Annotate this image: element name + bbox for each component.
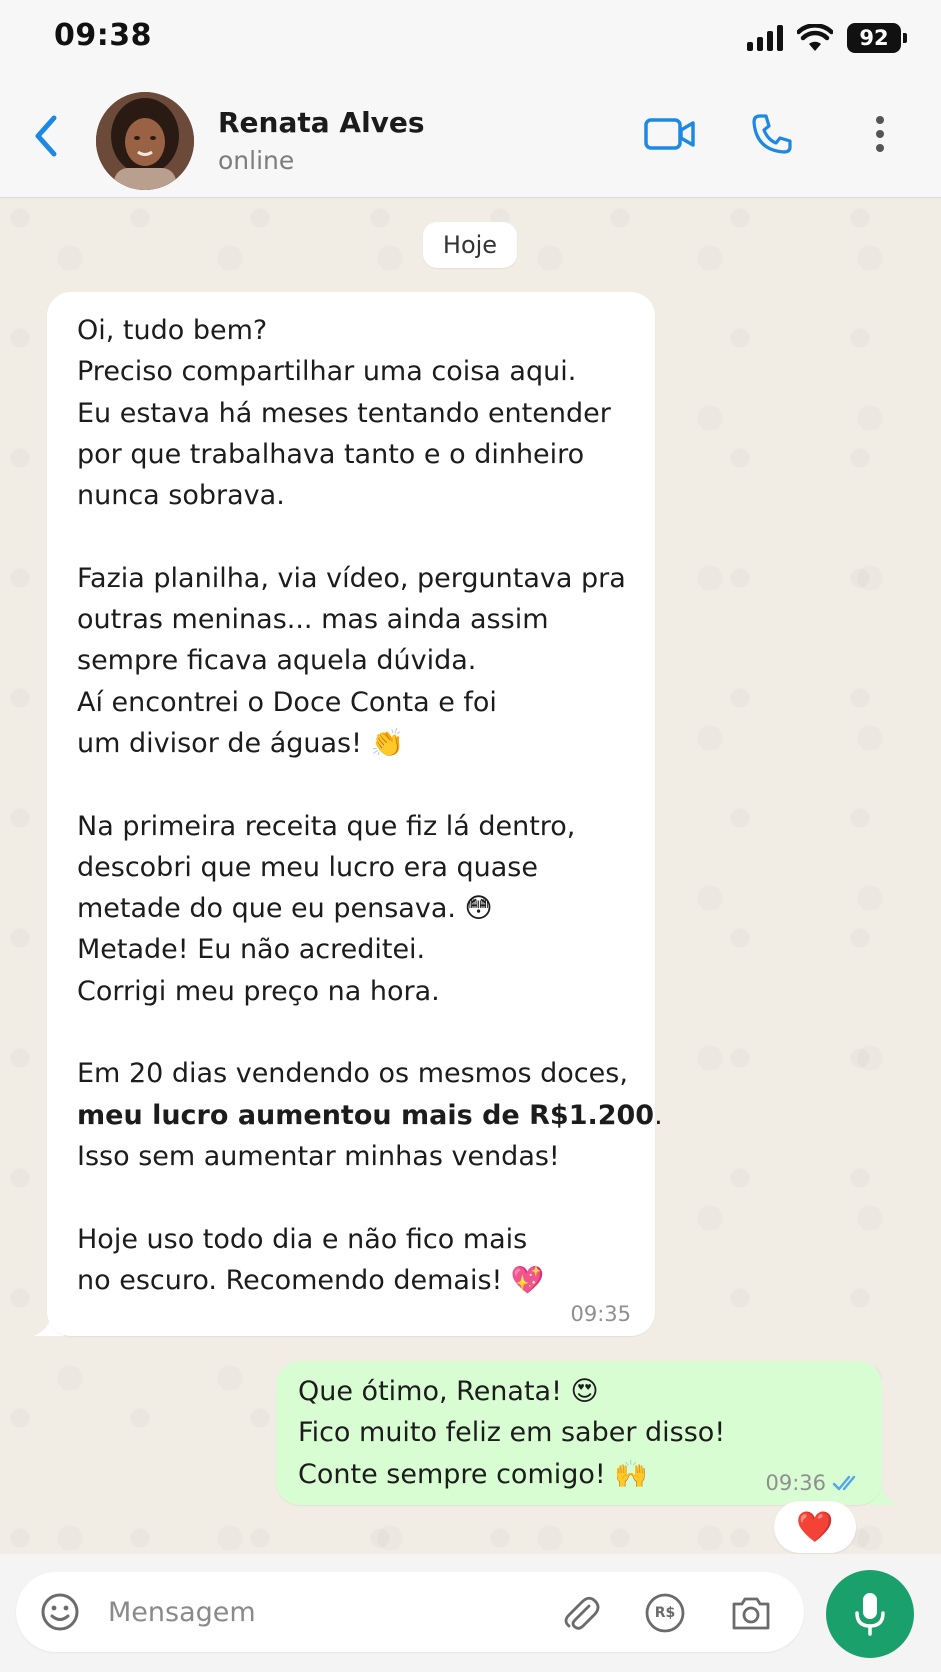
camera-button[interactable] [728,1590,774,1636]
attach-button[interactable] [558,1590,604,1636]
message-line: por que trabalhava tanto e o dinheiro [77,438,585,470]
payment-button[interactable]: R$ [642,1590,688,1636]
payment-icon-label: R$ [654,1605,676,1621]
avatar[interactable] [96,92,194,190]
heart-reaction[interactable]: ❤️ [774,1501,856,1553]
contact-name[interactable]: Renata Alves [218,106,425,139]
camera-icon [732,1597,770,1630]
message-line: metade do que eu pensava. 😳 [77,893,493,925]
message-line: Preciso compartilhar uma coisa aqui. [77,356,577,388]
double-check-icon [832,1475,856,1491]
message-paragraph: Oi, tudo bem? Preciso compartilhar uma c… [77,310,647,516]
message-line: descobri que meu lucro era quase [77,851,538,883]
message-field[interactable]: R$ [16,1572,804,1652]
chat-header: Renata Alves online [0,80,941,198]
more-vertical-icon [876,116,884,152]
message-line: Isso sem aumentar minhas vendas! [77,1140,560,1172]
video-call-button[interactable] [640,106,700,162]
chat-screen: 09:38 92 Renata Alves online Hoje Oi, tu… [0,0,941,1672]
message-line: meu lucro aumentou mais de R$1.200. [77,1095,663,1136]
incoming-message-text: Oi, tudo bem? Preciso compartilhar uma c… [77,310,663,1302]
voice-call-button[interactable] [744,106,800,162]
microphone-icon [855,1593,885,1636]
status-bar: 09:38 92 [0,0,941,80]
message-line: Que ótimo, Renata! 😍 [298,1376,599,1407]
message-line: outras meninas... mas ainda assim [77,604,549,636]
sentence-end: . [654,1099,663,1131]
message-line: Na primeira receita que fiz lá dentro, [77,810,576,842]
more-options-button[interactable] [858,106,902,162]
message-line: Corrigi meu preço na hora. [77,975,440,1007]
battery-icon: 92 [847,23,907,53]
video-camera-icon [644,118,695,150]
status-time: 09:38 [54,18,152,53]
attachment-icon [564,1596,600,1630]
back-button[interactable] [24,108,68,164]
message-input[interactable] [108,1590,488,1634]
outgoing-message[interactable]: Que ótimo, Renata! 😍 Fico muito feliz em… [276,1361,882,1505]
avatar-photo [96,92,194,190]
message-line: no escuro. Recomendo demais! 💖 [77,1264,545,1296]
message-line: Fazia planilha, via vídeo, perguntava pr… [77,562,626,594]
highlighted-profit-text: meu lucro aumentou mais de R$1.200 [77,1099,655,1131]
message-paragraph: Fazia planilha, via vídeo, perguntava pr… [77,558,647,764]
contact-status: online [218,146,295,175]
emoji-icon[interactable] [38,1590,82,1634]
message-line: Eu estava há meses tentando entender [77,397,611,429]
message-paragraph: Hoje uso todo dia e não fico mais no esc… [77,1219,647,1302]
message-line: Fico muito feliz em saber disso! [298,1417,726,1449]
message-time: 09:35 [570,1302,631,1326]
message-line: sempre ficava aquela dúvida. [77,645,477,677]
status-icons: 92 [747,20,907,56]
message-meta: 09:36 [765,1471,862,1495]
date-separator: Hoje [423,222,517,268]
incoming-message[interactable]: Oi, tudo bem? Preciso compartilhar uma c… [47,292,663,1336]
message-paragraph: Em 20 dias vendendo os mesmos doces, meu… [77,1053,663,1177]
back-arrow-icon [35,115,57,157]
message-list[interactable]: Hoje Oi, tudo bem? Preciso compartilhar … [0,198,941,1554]
message-line: Em 20 dias vendendo os mesmos doces, [77,1058,628,1090]
message-line: nunca sobrava. [77,480,285,512]
message-line: Hoje uso todo dia e não fico mais [77,1223,528,1255]
signal-icon [747,25,783,51]
voice-message-button[interactable] [826,1570,914,1658]
phone-icon [752,114,792,154]
outgoing-message-text: Que ótimo, Renata! 😍 Fico muito feliz em… [298,1371,738,1495]
message-line: Metade! Eu não acreditei. [77,934,426,966]
message-paragraph: Na primeira receita que fiz lá dentro, d… [77,806,647,1012]
message-time: 09:36 [765,1471,826,1495]
message-line: Aí encontrei o Doce Conta e foi [77,686,497,718]
message-line: Oi, tudo bem? [77,315,268,346]
wifi-icon [797,24,833,51]
message-line: um divisor de águas! 👏 [77,727,405,759]
composer-bar: R$ [0,1554,941,1672]
message-line: Conte sempre comigo! 🙌 [298,1458,648,1490]
